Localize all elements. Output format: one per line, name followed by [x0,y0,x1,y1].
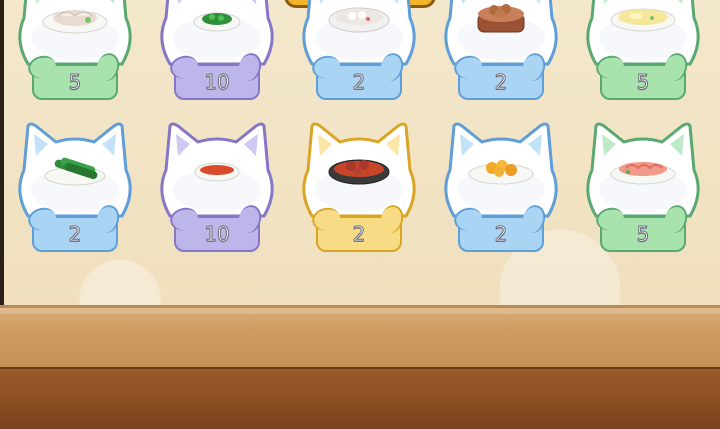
dish-card[interactable]: 2 [440,0,562,103]
dish-card[interactable]: 2 [440,120,562,255]
sliced-meat-plate-icon [40,0,110,36]
dish-card[interactable]: 10 [156,0,278,103]
count-badge: 10 [174,64,260,100]
meatball-stew-bowl-icon [324,152,394,188]
dish-count: 10 [204,222,230,247]
count-badge: 2 [32,216,118,252]
dish-card[interactable]: 2 [14,120,136,255]
dish-count: 2 [352,70,366,95]
green-vegetable-plate-icon [182,0,252,36]
count-badge: 2 [316,64,402,100]
dish-card[interactable]: 2 [298,0,420,103]
count-badge: 2 [458,216,544,252]
dish-card[interactable]: 5 [582,120,704,255]
dish-card[interactable]: 2 [298,120,420,255]
dish-card[interactable]: 5 [582,0,704,103]
fried-food-plate-icon [466,152,536,188]
count-badge: 2 [316,216,402,252]
count-badge: 5 [32,64,118,100]
dish-count: 10 [204,70,230,95]
egg-plate-icon [608,0,678,36]
dish-count: 2 [494,222,508,247]
cucumber-plate-icon [40,152,110,188]
dish-count: 2 [494,70,508,95]
count-badge: 5 [600,216,686,252]
steamer-dumplings-icon [466,0,536,36]
dish-count: 5 [636,70,650,95]
count-badge: 5 [600,64,686,100]
chili-sauce-dish-icon [182,152,252,188]
dish-count: 5 [68,70,82,95]
wooden-shelf-top [0,305,720,370]
dish-card[interactable]: 5 [14,0,136,103]
count-badge: 2 [458,64,544,100]
dish-card[interactable]: 10 [156,120,278,255]
tangyuan-bowl-icon [324,0,394,36]
dish-count: 2 [352,222,366,247]
count-badge: 10 [174,216,260,252]
dish-count: 2 [68,222,82,247]
wooden-shelf-front [0,367,720,429]
shrimp-plate-icon [608,152,678,188]
dish-count: 5 [636,222,650,247]
